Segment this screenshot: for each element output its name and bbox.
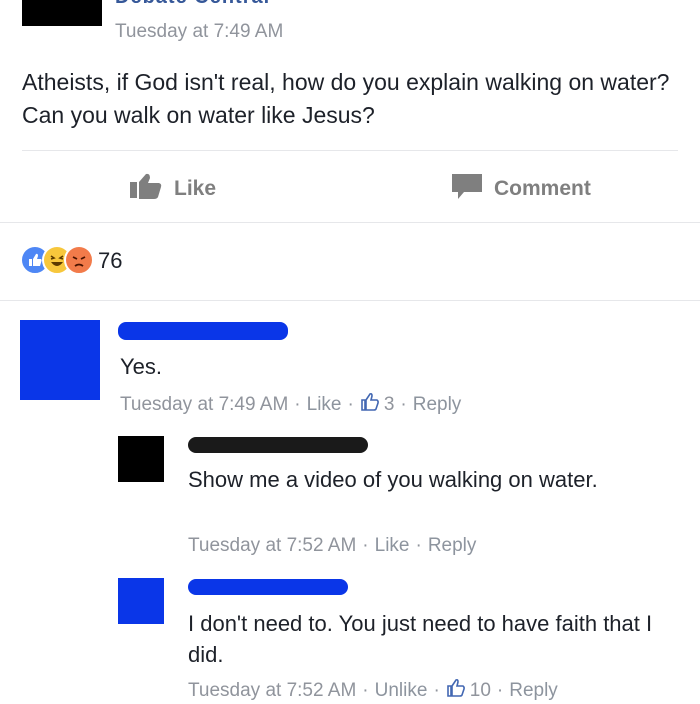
comment-like-link[interactable]: Like [307,394,342,416]
reaction-count: 76 [98,248,123,273]
comment-text: Yes. [120,354,163,379]
like-label: Like [174,177,217,200]
comment-button[interactable]: Comment [450,172,591,206]
thumbs-up-icon [128,172,164,206]
reply2-unlike-link[interactable]: Unlike [375,680,428,702]
reply-time[interactable]: Tuesday at 7:52 AM [188,535,356,557]
comment-time[interactable]: Tuesday at 7:49 AM [120,394,288,416]
small-thumbs-up-icon [360,392,380,418]
reply2-meta: Tuesday at 7:52 AM · Unlike · 10 · Reply [188,678,558,704]
post-text: Atheists, if God isn't real, how do you … [22,69,670,128]
comment-reply-link[interactable]: Reply [413,394,462,416]
reply2-name-redacted[interactable] [188,579,348,595]
angry-icon [64,245,94,275]
reply-like-link[interactable]: Like [375,535,410,557]
reply2-text: I don't need to. You just need to have f… [188,611,653,667]
comment-icon [450,172,484,206]
page-name[interactable]: Debate Central [115,0,270,9]
comment-meta: Tuesday at 7:49 AM · Like · 3 · Reply [120,392,461,418]
commenter-avatar[interactable] [20,320,100,400]
reply2-reply-link[interactable]: Reply [509,680,558,702]
reply-name-redacted[interactable] [188,437,368,453]
reply-avatar[interactable] [118,436,164,482]
comment-label: Comment [494,177,591,200]
reply2-avatar[interactable] [118,578,164,624]
page-avatar[interactable] [22,0,102,26]
reply-reply-link[interactable]: Reply [428,535,477,557]
reactions-summary[interactable]: 76 [20,245,160,279]
post-timestamp[interactable]: Tuesday at 7:49 AM [115,21,283,43]
reply-meta: Tuesday at 7:52 AM · Like · Reply [188,535,477,557]
reply2-like-count[interactable]: 10 [470,680,491,702]
commenter-name-redacted[interactable] [118,322,288,340]
reply-text: Show me a video of you walking on water. [188,467,598,492]
reply2-time[interactable]: Tuesday at 7:52 AM [188,680,356,702]
comment-like-count[interactable]: 3 [384,394,395,416]
small-thumbs-up-icon [446,678,466,704]
like-button[interactable]: Like [128,172,216,206]
